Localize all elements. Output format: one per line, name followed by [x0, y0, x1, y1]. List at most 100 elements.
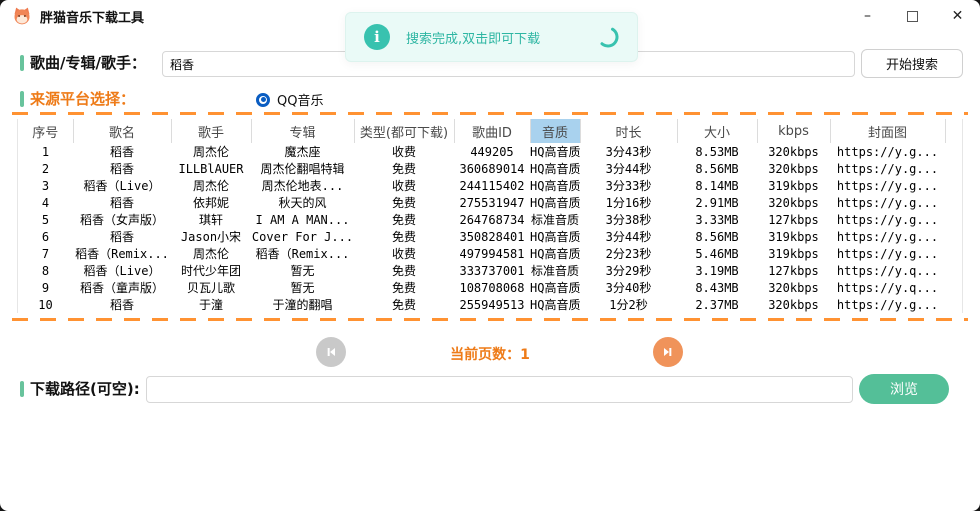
table-cell: 2分23秒: [580, 245, 677, 262]
table-cell: 3分44秒: [580, 228, 677, 245]
table-cell: 稻香（Live）: [73, 177, 171, 194]
table-cell: 8.56MB: [677, 160, 757, 177]
column-header-8[interactable]: 大小: [677, 119, 757, 143]
download-path-input[interactable]: [146, 376, 853, 403]
table-cell: 319kbps: [757, 228, 830, 245]
table-cell: ILLBlAUER: [171, 160, 251, 177]
table-cell: 3.33MB: [677, 211, 757, 228]
table-cell: 7: [18, 245, 73, 262]
app-icon: [12, 6, 32, 26]
table-cell: 免费: [354, 211, 454, 228]
table-cell: 320kbps: [757, 279, 830, 296]
start-search-button[interactable]: 开始搜索: [861, 49, 963, 78]
table-cell: 10: [18, 296, 73, 313]
table-cell: https://y.q...: [830, 262, 945, 279]
table-cell: 8.56MB: [677, 228, 757, 245]
table-cell: 稻香（女声版）: [73, 211, 171, 228]
table-cell: [945, 279, 964, 296]
table-cell: 稻香: [73, 160, 171, 177]
table-cell: HQ高音质: [530, 279, 580, 296]
table-cell: 333737001: [454, 262, 530, 279]
table-cell: 497994581: [454, 245, 530, 262]
next-page-button[interactable]: [653, 337, 683, 367]
table-cell: 稻香（Remix...: [251, 245, 354, 262]
table-cell: 9: [18, 279, 73, 296]
table-row[interactable]: 1稻香周杰伦魔杰座收费449205HQ高音质3分43秒8.53MB320kbps…: [18, 143, 964, 160]
table-cell: I AM A MAN...: [251, 211, 354, 228]
maximize-icon: [907, 11, 918, 22]
table-cell: 稻香: [73, 143, 171, 160]
table-cell: 3分44秒: [580, 160, 677, 177]
table-cell: 320kbps: [757, 194, 830, 211]
platform-option-qq-music[interactable]: QQ音乐: [256, 90, 323, 109]
table-cell: https://y.g...: [830, 194, 945, 211]
table-cell: HQ高音质: [530, 143, 580, 160]
browse-button[interactable]: 浏览: [859, 374, 949, 404]
column-header-7[interactable]: 时长: [580, 119, 677, 143]
table-cell: 319kbps: [757, 177, 830, 194]
table-cell: [945, 211, 964, 228]
column-header-10[interactable]: 封面图: [830, 119, 945, 143]
close-button[interactable]: ✕: [935, 0, 980, 32]
column-header-2[interactable]: 歌手: [171, 119, 251, 143]
divider-dashed-top: [12, 112, 968, 115]
platform-option-label: QQ音乐: [277, 90, 323, 109]
platform-label: 来源平台选择：: [20, 88, 135, 109]
table-cell: https://y.g...: [830, 245, 945, 262]
table-cell: 免费: [354, 160, 454, 177]
table-row[interactable]: 6稻香Jason小宋Cover For J...免费350828401HQ高音质…: [18, 228, 964, 245]
table-cell: 1分16秒: [580, 194, 677, 211]
table-cell: 稻香（童声版）: [73, 279, 171, 296]
table-cell: 108708068: [454, 279, 530, 296]
table-cell: 8.14MB: [677, 177, 757, 194]
column-header-4[interactable]: 类型(都可下载): [354, 119, 454, 143]
table-cell: 收费: [354, 177, 454, 194]
table-cell: 255949513: [454, 296, 530, 313]
table-row[interactable]: 8稻香（Live）时代少年团暂无免费333737001标准音质3分29秒3.19…: [18, 262, 964, 279]
current-page-indicator: 当前页数：1: [0, 344, 980, 364]
results-table-wrap: 序号歌名歌手专辑类型(都可下载)歌曲ID音质时长大小kbps封面图 1稻香周杰伦…: [17, 119, 963, 313]
table-cell: Jason小宋: [171, 228, 251, 245]
column-header-5[interactable]: 歌曲ID: [454, 119, 530, 143]
search-label: 歌曲/专辑/歌手：: [20, 52, 146, 73]
table-cell: 3.19MB: [677, 262, 757, 279]
table-row[interactable]: 9稻香（童声版）贝瓦儿歌暂无免费108708068HQ高音质3分40秒8.43M…: [18, 279, 964, 296]
maximize-button[interactable]: [890, 0, 935, 32]
toast-message: 搜索完成,双击即可下载: [406, 28, 595, 47]
column-header-1[interactable]: 歌名: [73, 119, 171, 143]
table-cell: 稻香: [73, 194, 171, 211]
toast-notification: i 搜索完成,双击即可下载: [345, 12, 638, 62]
download-path-label: 下载路径(可空):: [20, 378, 140, 399]
table-cell: [945, 160, 964, 177]
column-header-9[interactable]: kbps: [757, 119, 830, 143]
table-cell: 稻香: [73, 228, 171, 245]
table-cell: [945, 245, 964, 262]
table-row[interactable]: 2稻香ILLBlAUER周杰伦翻唱特辑免费360689014HQ高音质3分44秒…: [18, 160, 964, 177]
table-row[interactable]: 10稻香于潼于潼的翻唱免费255949513HQ高音质1分2秒2.37MB320…: [18, 296, 964, 313]
column-header-0[interactable]: 序号: [18, 119, 73, 143]
table-cell: HQ高音质: [530, 160, 580, 177]
table-cell: 于潼: [171, 296, 251, 313]
table-cell: 免费: [354, 262, 454, 279]
table-cell: 1分2秒: [580, 296, 677, 313]
minimize-button[interactable]: –: [845, 0, 890, 32]
table-cell: 免费: [354, 279, 454, 296]
column-header-3[interactable]: 专辑: [251, 119, 354, 143]
divider-dashed-bottom: [12, 318, 968, 321]
table-cell: https://y.g...: [830, 143, 945, 160]
table-cell: 周杰伦翻唱特辑: [251, 160, 354, 177]
table-cell: 3分29秒: [580, 262, 677, 279]
table-cell: HQ高音质: [530, 194, 580, 211]
column-header-6[interactable]: 音质: [530, 119, 580, 143]
table-cell: 320kbps: [757, 143, 830, 160]
table-row[interactable]: 7稻香（Remix...周杰伦稻香（Remix...收费497994581HQ高…: [18, 245, 964, 262]
table-cell: 3分38秒: [580, 211, 677, 228]
table-cell: 暂无: [251, 262, 354, 279]
table-row[interactable]: 5稻香（女声版）琪轩I AM A MAN...免费264768734标准音质3分…: [18, 211, 964, 228]
table-cell: 350828401: [454, 228, 530, 245]
table-cell: 周杰伦地表...: [251, 177, 354, 194]
table-cell: 收费: [354, 245, 454, 262]
table-row[interactable]: 4稻香依邦妮秋天的风免费275531947HQ高音质1分16秒2.91MB320…: [18, 194, 964, 211]
table-cell: 1: [18, 143, 73, 160]
table-row[interactable]: 3稻香（Live）周杰伦周杰伦地表...收费244115402HQ高音质3分33…: [18, 177, 964, 194]
